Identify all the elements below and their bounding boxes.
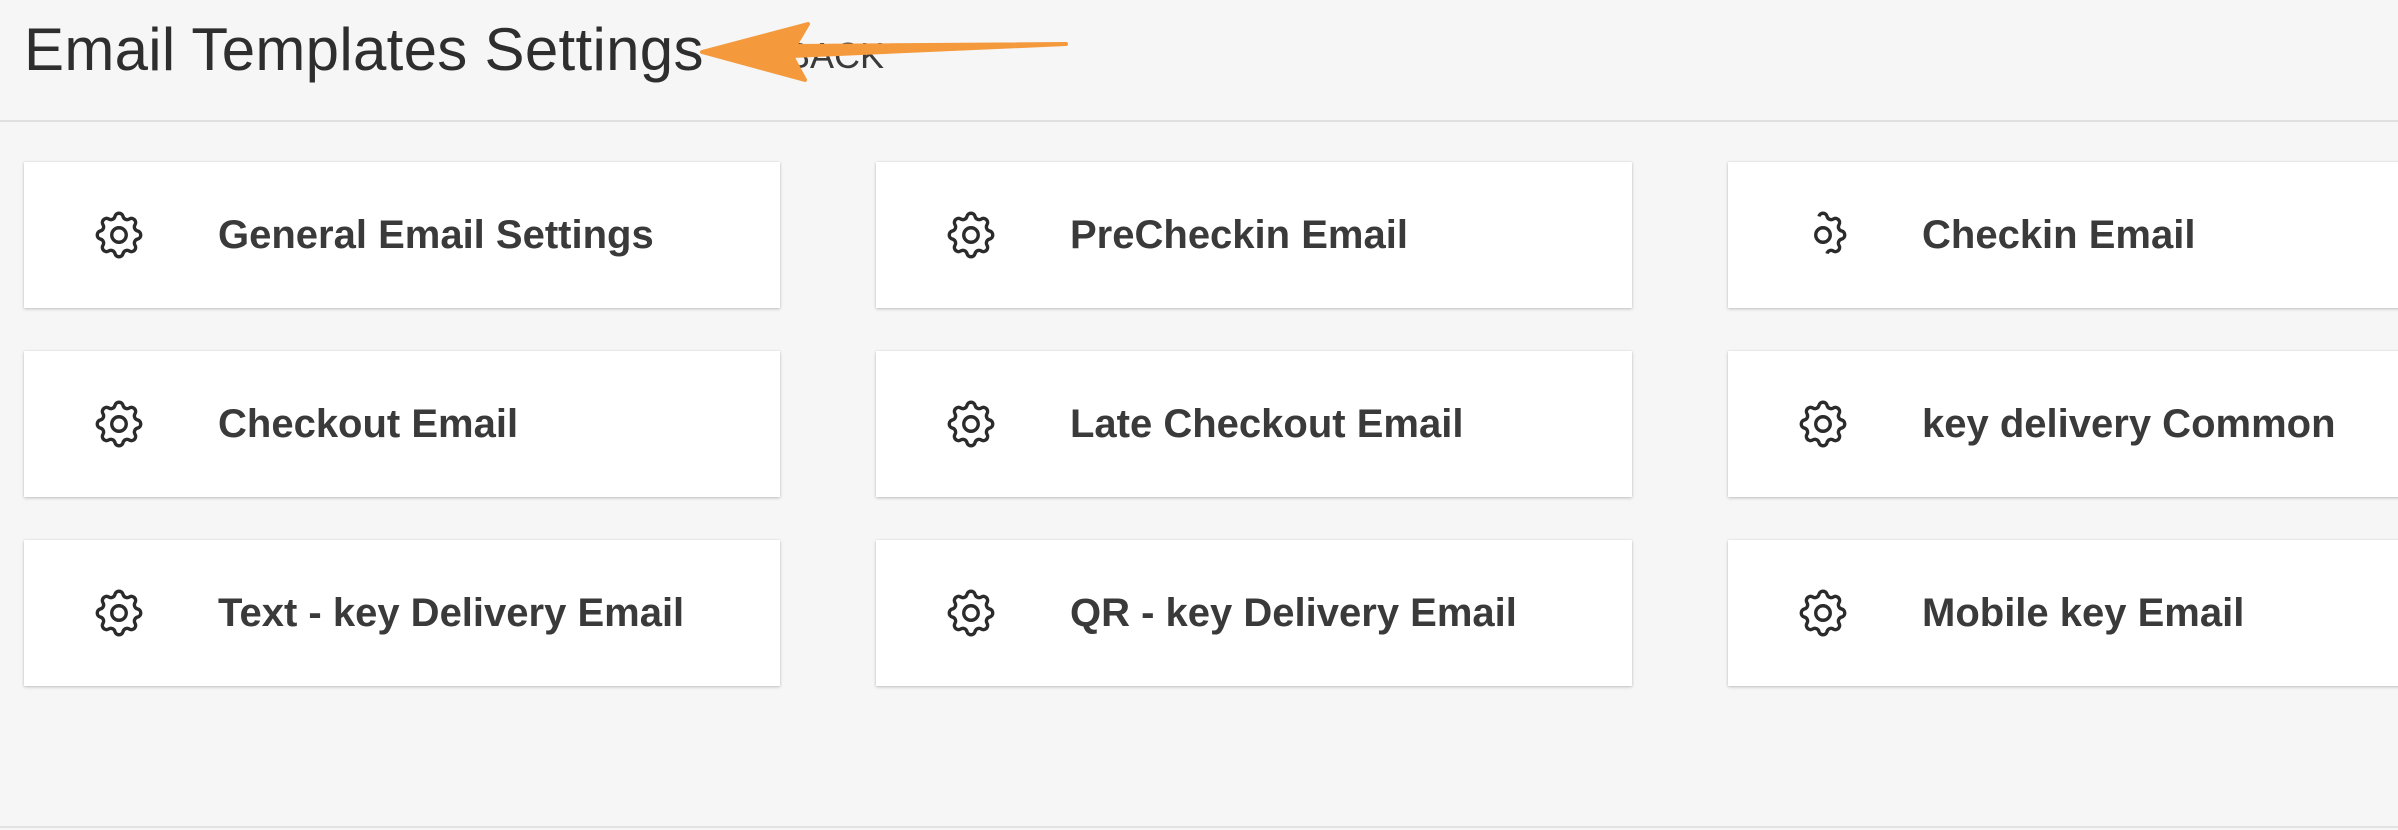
- card-label: General Email Settings: [218, 213, 654, 257]
- settings-grid: General Email Settings PreCheckin Email …: [24, 162, 2398, 686]
- card-mobile-key-email[interactable]: Mobile key Email: [1728, 540, 2398, 686]
- card-key-delivery-common[interactable]: key delivery Common: [1728, 351, 2398, 497]
- gear-icon: [942, 206, 1000, 264]
- gear-icon: [942, 584, 1000, 642]
- page-header: Email Templates Settings BACK: [0, 0, 2398, 122]
- card-label: Checkin Email: [1922, 213, 2196, 257]
- annotation-arrow-icon: [700, 22, 1068, 82]
- card-general-email-settings[interactable]: General Email Settings: [24, 162, 780, 308]
- card-label: QR - key Delivery Email: [1070, 591, 1517, 635]
- card-label: PreCheckin Email: [1070, 213, 1408, 257]
- bottom-divider: [0, 826, 2398, 828]
- card-label: Checkout Email: [218, 402, 519, 446]
- gear-icon: [1794, 206, 1852, 264]
- card-text-key-delivery-email[interactable]: Text - key Delivery Email: [24, 540, 780, 686]
- card-late-checkout-email[interactable]: Late Checkout Email: [876, 351, 1632, 497]
- card-label: Mobile key Email: [1922, 591, 2245, 635]
- gear-icon: [942, 395, 1000, 453]
- card-checkout-email[interactable]: Checkout Email: [24, 351, 780, 497]
- back-button[interactable]: BACK: [786, 36, 884, 76]
- card-label: Text - key Delivery Email: [218, 591, 685, 635]
- gear-icon: [90, 395, 148, 453]
- gear-icon: [90, 584, 148, 642]
- card-checkin-email[interactable]: Checkin Email: [1728, 162, 2398, 308]
- card-precheckin-email[interactable]: PreCheckin Email: [876, 162, 1632, 308]
- card-qr-key-delivery-email[interactable]: QR - key Delivery Email: [876, 540, 1632, 686]
- gear-icon: [1794, 584, 1852, 642]
- card-label: Late Checkout Email: [1070, 402, 1464, 446]
- gear-icon: [1794, 395, 1852, 453]
- gear-icon: [90, 206, 148, 264]
- page-title: Email Templates Settings: [24, 16, 704, 83]
- card-label: key delivery Common: [1922, 402, 2336, 446]
